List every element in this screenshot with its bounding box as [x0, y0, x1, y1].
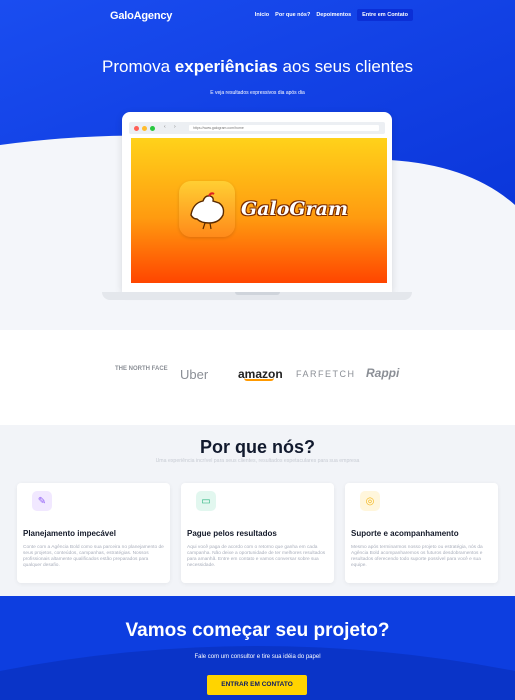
logo-uber: Uber [180, 367, 209, 382]
cta-title: Vamos começar seu projeto? [125, 620, 390, 641]
hero-title: Promova experiências aos seus clientes [102, 57, 413, 76]
card-title: Pague pelos resultados [187, 529, 277, 538]
top-nav: GaloAgency Início Por que nós? Depoiment… [0, 8, 515, 24]
app-brand-name: GaloGram [241, 198, 349, 220]
hero-section: GaloAgency Início Por que nós? Depoiment… [0, 0, 515, 330]
forward-arrow-icon: › [174, 124, 176, 130]
maximize-dot-icon [150, 126, 155, 131]
why-subtitle: Uma experiência incrível para seus clien… [155, 458, 360, 464]
logo-rappi: Rappi [366, 366, 400, 380]
nav-link-por-que-nos[interactable]: Por que nós? [275, 12, 310, 18]
card-title: Planejamento impecável [23, 529, 116, 538]
card-text: Aqui você paga de acordo com o retorno q… [187, 545, 326, 568]
rooster-app-icon [179, 181, 235, 237]
back-arrow-icon: ‹ [164, 124, 166, 130]
why-us-section: Por que nós? Uma experiência incrível pa… [0, 425, 515, 596]
cta-section: Vamos começar seu projeto? Fale com um c… [0, 596, 515, 700]
browser-bar: ‹ › https://www.galogram.com/home [129, 122, 385, 134]
nav-contact-button[interactable]: Entre em Contato [357, 9, 413, 21]
notes-icon: ✎ [32, 491, 52, 511]
close-dot-icon [134, 126, 139, 131]
card-text: Mesmo após terminarmos nosso projeto ou … [351, 545, 483, 568]
client-logos: THE NORTH FACE Uber amazon FARFETCH Rapp… [0, 330, 515, 425]
feature-card-suporte: ◎ Suporte e acompanhamento Mesmo após te… [345, 483, 498, 583]
cta-subtitle: Fale com um consultor e tire sua idéia d… [194, 654, 321, 660]
nav-link-depoimentos[interactable]: Depoimentos [316, 12, 351, 18]
logo-farfetch: FARFETCH [296, 369, 356, 379]
feature-card-planejamento: ✎ Planejamento impecável Conte com a Agê… [17, 483, 170, 583]
laptop-screen: GaloGram [131, 138, 387, 283]
logo-amazon: amazon [238, 367, 283, 381]
feature-card-resultados: ▭ Pague pelos resultados Aqui você paga … [181, 483, 334, 583]
lifebuoy-icon: ◎ [360, 491, 380, 511]
laptop-notch [235, 292, 280, 295]
card-title: Suporte e acompanhamento [351, 529, 459, 538]
hero-subtitle: E veja resultados expressivos dia após d… [210, 90, 305, 96]
why-title: Por que nós? [199, 437, 315, 457]
laptop-mockup: ‹ › https://www.galogram.com/home GaloGr… [122, 112, 392, 292]
logo[interactable]: GaloAgency [110, 10, 172, 22]
contact-button[interactable]: ENTRAR EM CONTATO [207, 675, 307, 695]
minimize-dot-icon [142, 126, 147, 131]
url-bar: https://www.galogram.com/home [189, 125, 379, 131]
card-text: Conte com a Agência Bold como sua parcei… [23, 545, 164, 568]
monitor-chart-icon: ▭ [196, 491, 216, 511]
nav-link-inicio[interactable]: Início [255, 12, 269, 18]
logo-the-north-face: THE NORTH FACE [115, 366, 168, 372]
